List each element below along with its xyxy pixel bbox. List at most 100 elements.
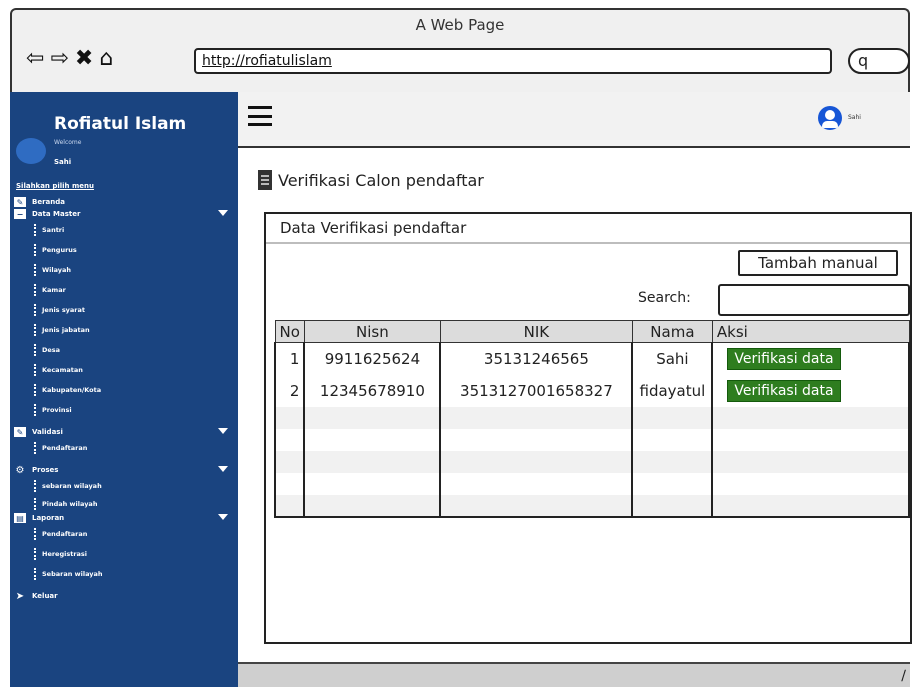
dots-icon: [34, 568, 36, 580]
building-icon: [258, 170, 272, 190]
dots-icon: [34, 284, 36, 296]
sidebar-subitem-label: Pindah wilayah: [42, 500, 98, 508]
table-row-empty: [273, 472, 910, 495]
dots-icon: [34, 384, 36, 396]
cell-nik: 3513127001658327: [439, 374, 634, 407]
dots-icon: [34, 364, 36, 376]
cell-nisn: 12345678910: [303, 374, 442, 407]
table-row: 1 9911625624 35131246565 Sahi Verifikasi…: [273, 342, 910, 375]
resize-handle-icon[interactable]: ∕: [901, 668, 906, 684]
sidebar-subitem-laporan-pendaftaran[interactable]: Pendaftaran: [14, 524, 234, 544]
sidebar-item-label: Validasi: [32, 428, 63, 436]
status-bar: ∕: [238, 662, 910, 687]
back-arrow-icon[interactable]: ⇦: [26, 48, 44, 70]
header-nama: Nama: [631, 320, 713, 343]
home-icon[interactable]: ⌂: [99, 48, 113, 70]
sidebar-subitem-label: Sebaran wilayah: [42, 570, 103, 578]
sidebar-subitem-pindah-wilayah[interactable]: Pindah wilayah: [14, 496, 234, 512]
browser-chrome: A Web Page ⇦ ⇨ ✖ ⌂ http://rofiatulislam …: [10, 8, 910, 92]
nav-controls: ⇦ ⇨ ✖ ⌂: [26, 46, 113, 72]
dots-icon: [34, 344, 36, 356]
edit-icon: ✎: [14, 197, 26, 207]
verify-button[interactable]: Verifikasi data: [727, 379, 841, 402]
search-icon: q: [858, 51, 869, 70]
sidebar-subitem-pendaftaran[interactable]: Pendaftaran: [14, 438, 234, 458]
sidebar-subitem-label: Pendaftaran: [42, 530, 88, 538]
browser-search-box[interactable]: q: [848, 48, 910, 74]
sidebar-subitem-jenis-syarat[interactable]: Jenis syarat: [14, 300, 234, 320]
search-input[interactable]: [718, 284, 910, 316]
sidebar-subitem-wilayah[interactable]: Wilayah: [14, 260, 234, 280]
cell-aksi: Verifikasi data: [711, 374, 910, 407]
sidebar-subitem-label: Jenis syarat: [42, 306, 86, 314]
document-icon: ▤: [14, 513, 26, 523]
gear-icon: ⚙: [15, 464, 25, 476]
logout-icon: ➤: [15, 590, 25, 602]
dots-icon: [34, 304, 36, 316]
sidebar-subitem-provinsi[interactable]: Provinsi: [14, 400, 234, 420]
header-no: No: [274, 320, 305, 343]
table-row: 2 12345678910 3513127001658327 fidayatul…: [273, 374, 910, 407]
dots-icon: [34, 498, 36, 510]
verification-table: No Nisn NIK Nama Aksi 1 9911625624 35131…: [273, 320, 910, 518]
sidebar-item-label: Proses: [32, 466, 59, 474]
sidebar-subitem-label: Pendaftaran: [42, 444, 88, 452]
dots-icon: [34, 480, 36, 492]
sidebar-item-keluar[interactable]: ➤ Keluar: [14, 590, 234, 602]
sidebar-item-data-master[interactable]: − Data Master: [14, 208, 234, 220]
dots-icon: [34, 404, 36, 416]
stop-icon[interactable]: ✖: [75, 48, 93, 70]
minus-box-icon: −: [14, 209, 26, 219]
sidebar-subitem-label: Jenis jabatan: [42, 326, 90, 334]
url-bar[interactable]: http://rofiatulislam: [194, 48, 832, 74]
table-row-empty: [273, 494, 910, 518]
sidebar-item-label: Keluar: [32, 592, 58, 600]
menu-hint: Silahkan pilih menu: [16, 182, 94, 190]
dots-icon: [34, 224, 36, 236]
sidebar-subitem-pengurus[interactable]: Pengurus: [14, 240, 234, 260]
sidebar-subitem-label: Kabupaten/Kota: [42, 386, 102, 394]
user-avatar-icon[interactable]: [818, 106, 842, 130]
cell-no: 1: [273, 342, 306, 375]
sidebar-subitem-santri[interactable]: Santri: [14, 220, 234, 240]
caret-down-icon: [218, 466, 228, 472]
sidebar-item-laporan[interactable]: ▤ Laporan: [14, 512, 234, 524]
add-manual-button[interactable]: Tambah manual: [738, 250, 898, 276]
caret-down-icon: [218, 210, 228, 216]
sidebar-subitem-kamar[interactable]: Kamar: [14, 280, 234, 300]
sidebar-subitem-desa[interactable]: Desa: [14, 340, 234, 360]
header-aksi: Aksi: [711, 320, 910, 343]
sidebar-subitem-sebaran-wilayah[interactable]: sebaran wilayah: [14, 476, 234, 496]
sidebar-menu: ✎ Beranda − Data Master Santri Pengurus …: [14, 196, 234, 602]
verification-panel: Data Verifikasi pendaftar Tambah manual …: [264, 212, 912, 644]
sidebar-item-validasi[interactable]: ✎ Validasi: [14, 426, 234, 438]
table-row-empty: [273, 450, 910, 473]
hamburger-menu-icon[interactable]: [248, 106, 272, 126]
sidebar-username: Sahi: [54, 158, 72, 166]
sidebar-subitem-label: sebaran wilayah: [42, 482, 102, 490]
brand-title: Rofiatul Islam: [54, 114, 187, 134]
sidebar-subitem-label: Desa: [42, 346, 61, 354]
page-title: Verifikasi Calon pendaftar: [258, 170, 484, 190]
page-title-text: Verifikasi Calon pendaftar: [278, 170, 484, 190]
sidebar-subitem-label: Heregistrasi: [42, 550, 88, 558]
dots-icon: [34, 324, 36, 336]
sidebar-subitem-laporan-sebaran[interactable]: Sebaran wilayah: [14, 564, 234, 584]
cell-aksi: Verifikasi data: [711, 342, 910, 375]
top-bar: Sahi: [238, 92, 910, 148]
sidebar-subitem-kecamatan[interactable]: Kecamatan: [14, 360, 234, 380]
sidebar: Rofiatul Islam Welcome Sahi Silahkan pil…: [10, 92, 238, 687]
sidebar-subitem-label: Pengurus: [42, 246, 77, 254]
cell-nama: Sahi: [631, 342, 714, 375]
verify-button[interactable]: Verifikasi data: [727, 347, 841, 370]
search-label: Search:: [638, 290, 691, 306]
sidebar-item-beranda[interactable]: ✎ Beranda: [14, 196, 234, 208]
dots-icon: [34, 548, 36, 560]
sidebar-subitem-heregistrasi[interactable]: Heregistrasi: [14, 544, 234, 564]
forward-arrow-icon[interactable]: ⇨: [50, 48, 68, 70]
sidebar-subitem-kabupaten[interactable]: Kabupaten/Kota: [14, 380, 234, 400]
sidebar-subitem-jenis-jabatan[interactable]: Jenis jabatan: [14, 320, 234, 340]
sidebar-subitem-label: Provinsi: [42, 406, 72, 414]
sidebar-subitem-label: Wilayah: [42, 266, 72, 274]
sidebar-item-proses[interactable]: ⚙ Proses: [14, 464, 234, 476]
